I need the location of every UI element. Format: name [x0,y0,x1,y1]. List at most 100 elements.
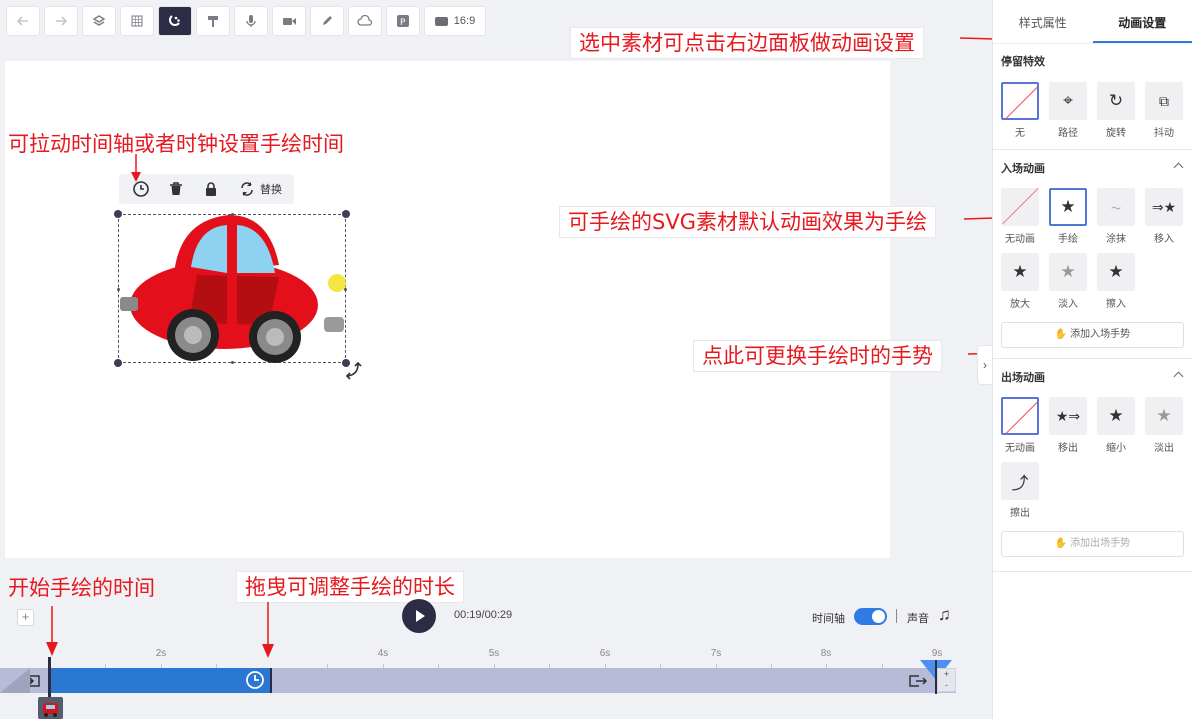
stay-effects-section: 停留特效 无 ⌖ 路径 ↻ 旋转 ⧉ 抖动 [993,44,1192,150]
panel-tabs: 样式属性 动画设置 [993,0,1192,44]
shrink-icon: ★ [1097,397,1135,435]
redo-button[interactable] [44,6,78,36]
ratio-button[interactable]: 16:9 [424,6,486,36]
enter-animation-section: 入场动画 无动画 ★ 手绘 ～ 涂抹 ⇒★ 移入 ★ 放大 ★ 淡入 ★ 擦入 … [993,150,1192,359]
play-button[interactable] [402,599,436,633]
add-track-button[interactable]: + [17,609,34,626]
stay-rotate[interactable]: ↻ 旋转 [1097,82,1135,139]
resize-handle-tr[interactable] [342,210,350,218]
exit-none[interactable]: 无动画 [1001,397,1039,454]
stay-path[interactable]: ⌖ 路径 [1049,82,1087,139]
undo-button[interactable] [6,6,40,36]
magnet-icon [169,15,180,26]
zoom-in-button[interactable]: + [938,669,955,680]
selected-element[interactable] [114,210,350,367]
animation-panel: 样式属性 动画设置 停留特效 无 ⌖ 路径 ↻ 旋转 ⧉ 抖动 入场动画 无动画… [992,0,1192,719]
grid-button[interactable] [120,6,154,36]
cloud-icon [357,14,373,26]
resize-handle-left[interactable] [117,288,120,291]
hand-icon: ✋ [1054,329,1068,340]
redo-icon [56,16,68,26]
enter-animation-title: 入场动画 [1001,163,1045,175]
resize-handle-tl[interactable] [114,210,122,218]
top-toolbar: P 16:9 [6,6,486,36]
microphone-button[interactable] [234,6,268,36]
ruler-label: 6s [599,648,611,659]
timeline-toggle[interactable] [854,608,887,625]
delete-button[interactable] [158,174,193,204]
cloud-button[interactable] [348,6,382,36]
layers-button[interactable] [82,6,116,36]
camera-icon [282,18,296,25]
fade-in-icon: ★ [1049,253,1087,291]
ruler-label: 8s [820,648,832,659]
car-image [120,215,346,363]
p-button[interactable]: P [386,6,420,36]
annotation-select-material: 选中素材可点击右边面板做动画设置 [570,27,924,59]
arrow-to-clock [131,154,141,182]
exit-move-out[interactable]: ★⇒ 移出 [1049,397,1087,454]
path-icon: ⌖ [1049,82,1087,120]
clock-icon[interactable] [245,670,265,690]
resize-handle-bottom[interactable] [231,361,234,364]
rotate-icon: ↻ [1097,82,1135,120]
paint-roller-button[interactable] [196,6,230,36]
add-enter-gesture-button[interactable]: ✋ 添加入场手势 [1001,322,1184,348]
paint-roller-icon [208,16,218,27]
hand-icon: ✋ [1054,538,1068,549]
selection-toolbar: 替换 [119,174,294,204]
wipe-in-icon: ★ [1097,253,1135,291]
music-icon[interactable]: ♫ [938,605,951,625]
zoom-out-button[interactable]: - [938,680,955,691]
zoom-in-icon: ★ [1001,253,1039,291]
handdraw-end-handle[interactable] [270,668,272,693]
exit-fade-out[interactable]: ★ 淡出 [1145,397,1183,454]
resize-handle-bl[interactable] [114,359,122,367]
shake-icon: ⧉ [1145,82,1183,120]
wipe-out-icon: ⤴ [1001,462,1039,500]
exit-animation-title: 出场动画 [1001,372,1045,384]
move-in-icon: ⇒★ [1145,188,1183,226]
ruler-label: 4s [377,648,389,659]
screen-ratio-icon [434,16,448,26]
lock-icon [205,182,216,196]
enter-smear[interactable]: ～ 涂抹 [1097,188,1135,245]
stay-shake[interactable]: ⧉ 抖动 [1145,82,1183,139]
camera-button[interactable] [272,6,306,36]
magnet-button[interactable] [158,6,192,36]
tab-animation[interactable]: 动画设置 [1092,0,1192,43]
enter-wipe-in[interactable]: ★ 擦入 [1097,253,1135,310]
panel-collapse-button[interactable]: › [977,345,992,385]
add-exit-gesture-button[interactable]: ✋ 添加出场手势 [1001,531,1184,557]
pen-button[interactable] [310,6,344,36]
move-out-icon: ★⇒ [1049,397,1087,435]
handdraw-duration-bar[interactable] [51,668,271,693]
pen-icon [323,16,332,25]
zoom-control[interactable]: + - [937,668,956,692]
tab-style[interactable]: 样式属性 [993,0,1093,43]
annotation-change-gesture: 点此可更换手绘时的手势 [693,340,942,372]
exit-shrink[interactable]: ★ 缩小 [1097,397,1135,454]
grid-icon [131,15,143,27]
replace-label: 替换 [260,184,282,196]
enter-none[interactable]: 无动画 [1001,188,1039,245]
stay-none[interactable]: 无 [1001,82,1039,139]
enter-fade-in[interactable]: ★ 淡入 [1049,253,1087,310]
car-thumbnail-image [43,703,58,717]
handdraw-star-icon: ★ [1049,188,1087,226]
enter-move-in[interactable]: ⇒★ 移入 [1145,188,1183,245]
enter-handdraw[interactable]: ★ 手绘 [1049,188,1087,245]
exit-wipe-out[interactable]: ⤴ 擦出 [1001,462,1039,519]
car-thumbnail[interactable] [38,697,63,719]
rotate-handle-icon[interactable] [342,360,362,380]
lock-button[interactable] [193,174,228,204]
track-start-triangle [0,668,30,693]
microphone-icon [246,15,256,27]
arrow-to-duration [262,602,274,658]
replace-button[interactable]: 替换 [228,174,294,204]
enter-zoom-in[interactable]: ★ 放大 [1001,253,1039,310]
annotation-svg-default: 可手绘的SVG素材默认动画效果为手绘 [559,206,936,238]
resize-handle-right[interactable] [344,288,347,291]
resize-handle-top[interactable] [231,213,234,216]
p-icon: P [397,15,409,28]
